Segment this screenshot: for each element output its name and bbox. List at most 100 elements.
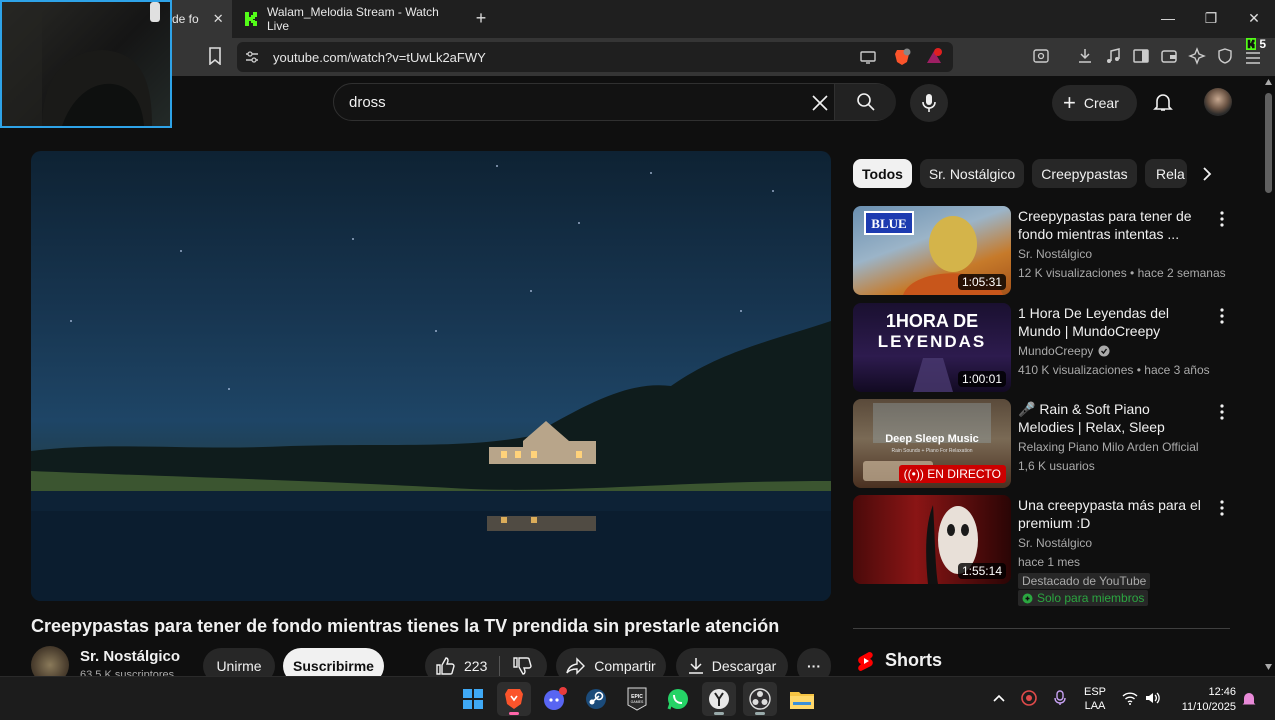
video-thumbnail[interactable]: 1:55:14: [853, 495, 1011, 584]
close-tab-icon[interactable]: ✕: [213, 11, 224, 27]
browser-tab-strip: de fo ✕ Walam_Melodia Stream - Watch Liv…: [0, 0, 1275, 38]
channel-name[interactable]: Sr. Nostálgico: [80, 648, 180, 665]
taskbar-whatsapp[interactable]: [661, 682, 695, 716]
microphone-tray-icon[interactable]: [1052, 690, 1068, 706]
wallet-icon[interactable]: [1160, 47, 1178, 65]
minimize-icon[interactable]: —: [1160, 10, 1176, 26]
whatsapp-icon: [667, 689, 688, 710]
recommendation-item[interactable]: 1:55:14 Una creepypasta más para el prem…: [853, 495, 1233, 610]
recommendation-channel[interactable]: Sr. Nostálgico: [1018, 247, 1092, 261]
scroll-down-icon[interactable]: [1264, 663, 1273, 671]
featured-badge: Destacado de YouTube: [1018, 573, 1151, 589]
leo-ai-icon[interactable]: [1188, 47, 1206, 65]
brave-rewards-icon[interactable]: [925, 48, 943, 66]
video-thumbnail[interactable]: BLUE 1:05:31: [853, 206, 1011, 295]
video-title: Creepypastas para tener de fondo mientra…: [31, 616, 780, 636]
obs-icon: [749, 688, 771, 710]
like-divider: [499, 656, 500, 676]
like-button[interactable]: 223: [435, 656, 487, 676]
scrollbar-thumb[interactable]: [1265, 93, 1272, 193]
thumbnail-subtext: Rain Sounds + Piano For Relaxation: [891, 448, 972, 454]
taskbar-discord[interactable]: [538, 682, 572, 716]
input-language[interactable]: ESP LAA: [1084, 685, 1106, 713]
video-thumbnail[interactable]: 1HORA DE LEYENDAS 1:00:01: [853, 303, 1011, 392]
new-tab-button[interactable]: +: [472, 8, 490, 28]
recommendation-item[interactable]: Deep Sleep Music Rain Sounds + Piano For…: [853, 399, 1233, 489]
section-divider: [853, 628, 1230, 629]
music-icon[interactable]: [1104, 47, 1122, 65]
brave-browser-icon: [505, 689, 523, 709]
kick-extension-badge[interactable]: 5: [1246, 36, 1266, 52]
user-avatar[interactable]: [1204, 88, 1232, 116]
chip-sr-nostalgico[interactable]: Sr. Nostálgico: [920, 159, 1024, 188]
scroll-up-icon[interactable]: [1264, 78, 1273, 86]
video-frame: [31, 165, 831, 601]
taskbar-epic-games[interactable]: EPIC GAMES: [620, 682, 654, 716]
site-settings-icon[interactable]: [245, 50, 259, 64]
steam-icon: [586, 689, 606, 709]
members-label: Solo para miembros: [1037, 591, 1145, 605]
members-icon: [1022, 593, 1033, 603]
download-icon[interactable]: [1076, 47, 1094, 65]
chip-relax[interactable]: Rela: [1145, 159, 1187, 188]
app-tray-icon[interactable]: [1021, 690, 1037, 706]
taskbar-obs[interactable]: [743, 682, 777, 716]
more-vertical-icon[interactable]: [1218, 210, 1226, 228]
system-clock[interactable]: 12:46 11/10/2025: [1176, 685, 1236, 715]
taskbar-steam[interactable]: [579, 682, 613, 716]
restore-icon[interactable]: ❐: [1203, 10, 1219, 26]
more-vertical-icon[interactable]: [1218, 499, 1226, 517]
verified-icon: [1098, 345, 1110, 357]
windows-logo-icon: [463, 689, 483, 709]
video-thumbnail[interactable]: Deep Sleep Music Rain Sounds + Piano For…: [853, 399, 1011, 488]
recommendation-title[interactable]: 1 Hora De Leyendas del Mundo | MundoCree…: [1018, 304, 1208, 340]
chip-creepypastas[interactable]: Creepypastas: [1032, 159, 1137, 188]
start-button[interactable]: [456, 682, 490, 716]
recommendation-channel[interactable]: Sr. Nostálgico: [1018, 536, 1092, 550]
taskbar-brave[interactable]: [497, 682, 531, 716]
recommendation-title[interactable]: Creepypastas para tener de fondo mientra…: [1018, 207, 1208, 243]
reader-mode-icon[interactable]: [1032, 47, 1050, 65]
running-indicator: [714, 712, 724, 715]
recommendation-item[interactable]: 1HORA DE LEYENDAS 1:00:01 1 Hora De Leye…: [853, 303, 1233, 393]
video-duration: 1:55:14: [957, 563, 1006, 579]
video-player[interactable]: [31, 151, 831, 601]
address-bar[interactable]: youtube.com/watch?v=tUwLk2aFWY: [237, 42, 953, 72]
recommendation-channel[interactable]: MundoCreepy: [1018, 344, 1110, 358]
shorts-section-header[interactable]: Shorts: [857, 650, 942, 671]
taskbar-file-explorer[interactable]: [785, 682, 819, 716]
more-vertical-icon[interactable]: [1218, 403, 1226, 421]
kick-icon: [244, 12, 258, 26]
chevron-up-icon[interactable]: [991, 690, 1007, 706]
search-button[interactable]: [834, 84, 896, 120]
recommendation-title[interactable]: 🎤 Rain & Soft Piano Melodies | Relax, Sl…: [1018, 400, 1208, 436]
voice-search-button[interactable]: [910, 84, 948, 122]
recommendation-meta: 12 K visualizaciones • hace 2 semanas: [1018, 266, 1226, 280]
thumbs-down-icon[interactable]: [512, 656, 532, 676]
cast-icon[interactable]: [860, 51, 876, 64]
bookmark-icon[interactable]: [207, 47, 223, 65]
create-button[interactable]: + Crear: [1052, 85, 1137, 121]
taskbar-yandex[interactable]: [702, 682, 736, 716]
recommendation-channel[interactable]: Relaxing Piano Milo Arden Official: [1018, 440, 1199, 454]
tab-walam-stream[interactable]: Walam_Melodia Stream - Watch Live: [244, 0, 464, 38]
sidebar-icon[interactable]: [1132, 47, 1150, 65]
chip-todos[interactable]: Todos: [853, 159, 912, 188]
recommendation-item[interactable]: BLUE 1:05:31 Creepypastas para tener de …: [853, 206, 1233, 296]
live-badge: ((•)) EN DIRECTO: [898, 465, 1006, 483]
brave-shields-icon[interactable]: [893, 48, 911, 66]
more-vertical-icon[interactable]: [1218, 307, 1226, 325]
search-input[interactable]: dross: [349, 94, 386, 111]
clear-search-icon[interactable]: [810, 93, 830, 113]
vpn-shield-icon[interactable]: [1216, 47, 1234, 65]
chevron-right-icon[interactable]: [1196, 163, 1218, 185]
recommendation-title[interactable]: Una creepypasta más para el premium :D: [1018, 496, 1208, 532]
yandex-icon: [709, 689, 729, 709]
notification-bell-icon[interactable]: [1242, 691, 1256, 707]
search-box[interactable]: dross: [333, 83, 896, 121]
volume-icon[interactable]: [1144, 690, 1160, 706]
wifi-icon[interactable]: [1122, 690, 1138, 706]
discord-icon: [544, 687, 567, 710]
close-window-icon[interactable]: ✕: [1246, 10, 1262, 26]
notifications-icon[interactable]: [1153, 92, 1173, 112]
